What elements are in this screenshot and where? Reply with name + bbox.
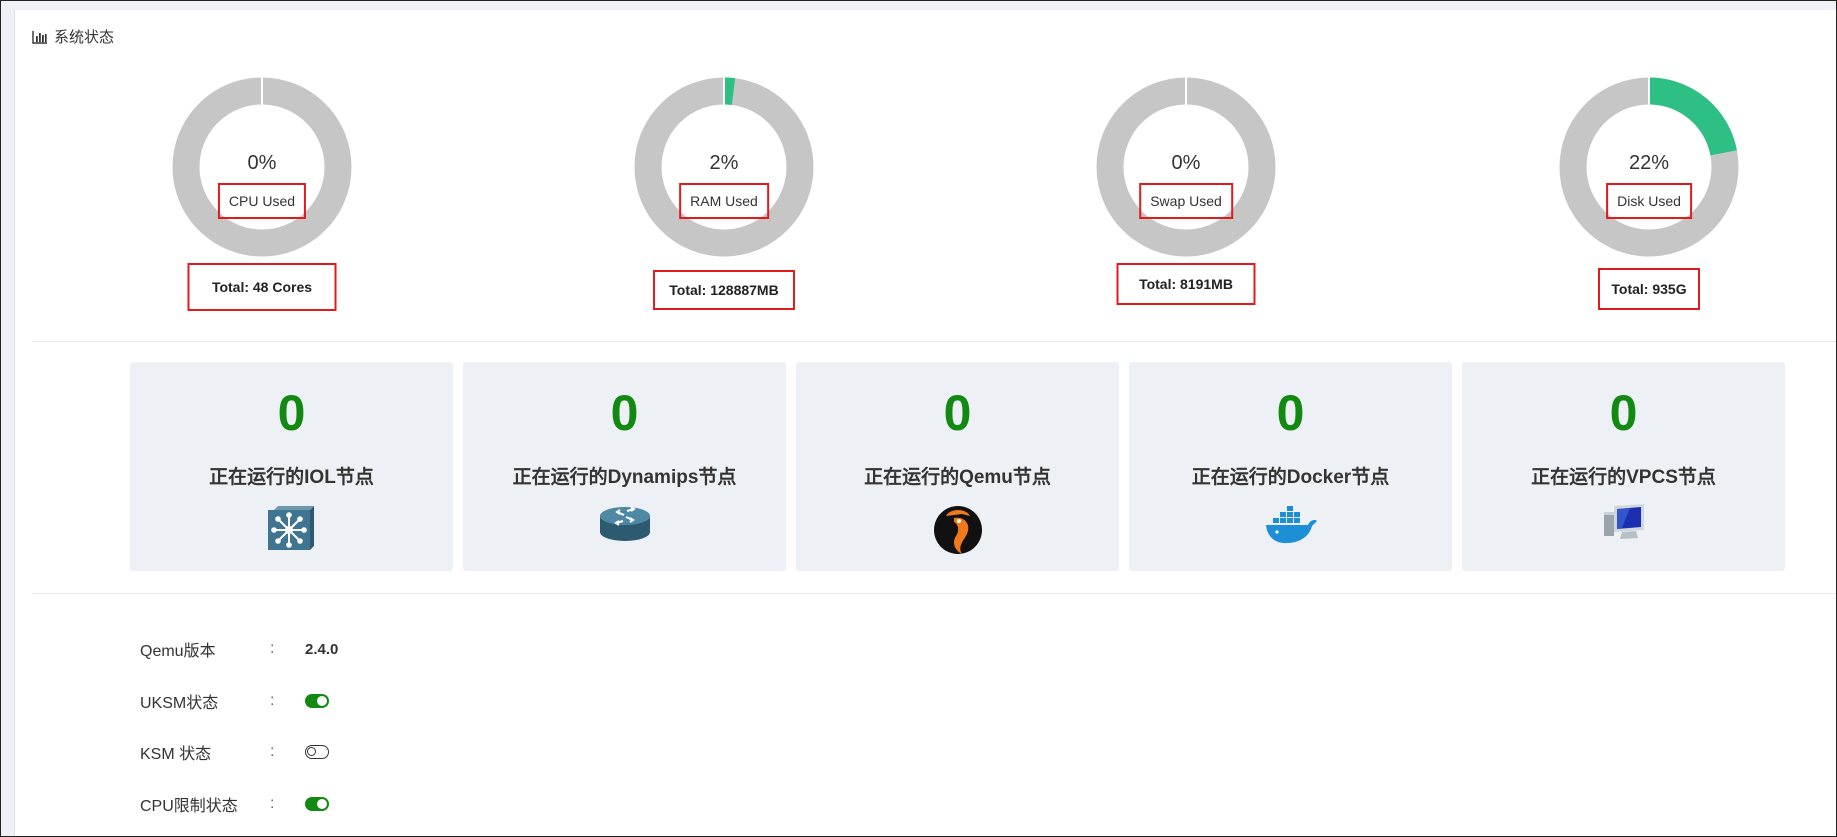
cpu-percent: 0%	[247, 152, 277, 174]
iol-node-card: 0 正在运行的IOL节点	[130, 362, 453, 571]
disk-percent: 22%	[1628, 152, 1670, 174]
ram-used-label: RAM Used	[679, 183, 769, 219]
ksm-toggle[interactable]	[305, 745, 329, 759]
cpu-total: Total: 48 Cores	[187, 263, 337, 311]
ram-gauge: 2% RAM Used Total: 128887MB	[634, 77, 814, 310]
pc-icon	[1600, 502, 1648, 551]
divider-top	[32, 341, 1836, 342]
vpcs-node-card: 0 正在运行的VPCS节点	[1462, 362, 1785, 571]
qemu-version-value: 2.4.0	[305, 640, 339, 658]
info-key: CPU限制状态	[140, 798, 238, 815]
iol-node-count: 0	[277, 385, 306, 441]
swap-gauge: 0% Swap Used Total: 8191MB	[1096, 77, 1276, 307]
qemu-node-card: 0 正在运行的Qemu节点	[796, 362, 1119, 571]
qemu-node-count: 0	[943, 385, 972, 441]
docker-node-label: 正在运行的Docker节点	[1191, 467, 1390, 488]
router-icon	[597, 502, 653, 551]
dynamips-node-label: 正在运行的Dynamips节点	[512, 467, 737, 488]
cpu-gauge: 0% CPU Used Total: 48 Cores	[172, 77, 352, 311]
disk-used-label: Disk Used	[1606, 183, 1692, 219]
disk-total: Total: 935G	[1598, 268, 1700, 310]
info-key: UKSM状态	[140, 695, 219, 712]
dynamips-node-count: 0	[610, 385, 639, 441]
vpcs-node-label: 正在运行的VPCS节点	[1531, 467, 1716, 488]
cpu-used-label: CPU Used	[217, 183, 307, 219]
panel-title-text: 系统状态	[54, 29, 115, 46]
ram-total: Total: 128887MB	[653, 270, 795, 310]
info-separator: :	[270, 640, 275, 657]
info-row-uksm: UKSM状态 :	[140, 690, 329, 712]
ram-percent: 2%	[709, 152, 739, 174]
disk-gauge: 22% Disk Used Total: 935G	[1559, 77, 1739, 310]
qemu-icon	[932, 502, 984, 561]
info-row-ksm: KSM 状态 :	[140, 741, 329, 763]
dynamips-node-card: 0 正在运行的Dynamips节点	[463, 362, 786, 571]
iol-node-label: 正在运行的IOL节点	[209, 467, 374, 488]
swap-percent: 0%	[1171, 152, 1201, 174]
swap-total: Total: 8191MB	[1116, 263, 1256, 305]
cpu-limit-toggle[interactable]	[305, 797, 329, 811]
info-key: KSM 状态	[140, 746, 212, 763]
switch-icon	[266, 502, 318, 559]
docker-icon	[1263, 502, 1319, 551]
info-separator: :	[270, 795, 275, 812]
docker-node-count: 0	[1276, 385, 1305, 441]
panel-title: 系统状态	[32, 26, 114, 47]
info-row-cpu-limit: CPU限制状态 :	[140, 793, 329, 815]
bar-chart-icon	[32, 30, 47, 44]
swap-used-label: Swap Used	[1139, 183, 1233, 219]
divider-bottom	[32, 593, 1836, 594]
info-row-qemu-version: Qemu版本 : 2.4.0	[140, 638, 338, 660]
system-status-panel: 系统状态 0% CPU Used Total: 48 Cores 2% RAM …	[14, 10, 1836, 836]
info-separator: :	[270, 743, 275, 760]
docker-node-card: 0 正在运行的Docker节点	[1129, 362, 1452, 571]
uksm-toggle[interactable]	[305, 694, 329, 708]
vpcs-node-count: 0	[1609, 385, 1638, 441]
info-key: Qemu版本	[140, 643, 216, 660]
qemu-node-label: 正在运行的Qemu节点	[864, 467, 1051, 488]
info-separator: :	[270, 692, 275, 709]
app-frame: 系统状态 0% CPU Used Total: 48 Cores 2% RAM …	[0, 0, 1837, 837]
